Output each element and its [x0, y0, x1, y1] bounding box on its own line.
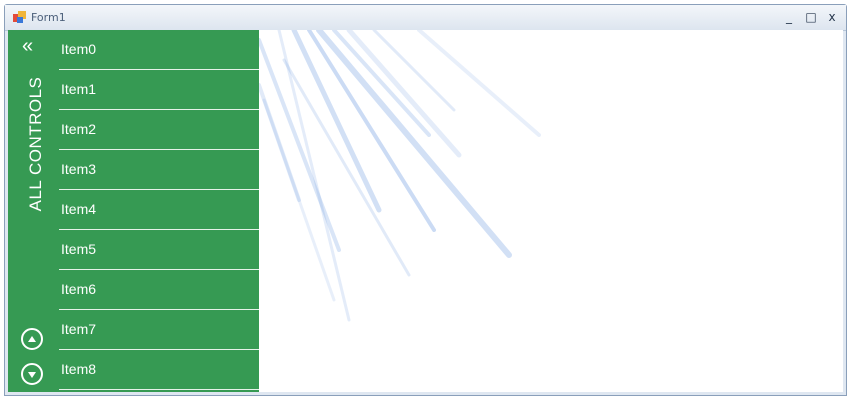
- nav-item-list: Item0 Item1 Item2 Item3 Item4 Item5 Item…: [59, 30, 259, 390]
- nav-item-6[interactable]: Item6: [59, 270, 259, 310]
- window-title: Form1: [31, 11, 66, 24]
- nav-item-0[interactable]: Item0: [59, 30, 259, 70]
- collapse-chevron-icon[interactable]: «: [22, 36, 33, 56]
- chevron-down-circle-icon: [28, 371, 36, 378]
- nav-pane-title: ALL CONTROLS: [26, 76, 45, 212]
- nav-item-7[interactable]: Item7: [59, 310, 259, 350]
- nav-item-3[interactable]: Item3: [59, 150, 259, 190]
- chevron-up-circle-icon: [28, 335, 36, 342]
- app-window: Form1 _ □ x « ALL CONTROLS Item0 Item1 I…: [4, 4, 847, 396]
- close-button[interactable]: x: [823, 9, 841, 25]
- maximize-button[interactable]: □: [802, 9, 820, 25]
- nav-item-1[interactable]: Item1: [59, 70, 259, 110]
- nav-item-2[interactable]: Item2: [59, 110, 259, 150]
- client-area: « ALL CONTROLS Item0 Item1 Item2 Item3 I…: [8, 30, 843, 392]
- navigation-pane: « ALL CONTROLS Item0 Item1 Item2 Item3 I…: [8, 30, 259, 392]
- nav-item-5[interactable]: Item5: [59, 230, 259, 270]
- form-app-icon[interactable]: [13, 11, 26, 24]
- background-rays-decoration: [259, 30, 541, 322]
- scroll-down-button[interactable]: [21, 363, 43, 385]
- scroll-up-button[interactable]: [21, 328, 43, 350]
- nav-item-4[interactable]: Item4: [59, 190, 259, 230]
- minimize-button[interactable]: _: [780, 9, 798, 25]
- title-bar[interactable]: Form1 _ □ x: [5, 5, 846, 31]
- nav-item-8[interactable]: Item8: [59, 350, 259, 390]
